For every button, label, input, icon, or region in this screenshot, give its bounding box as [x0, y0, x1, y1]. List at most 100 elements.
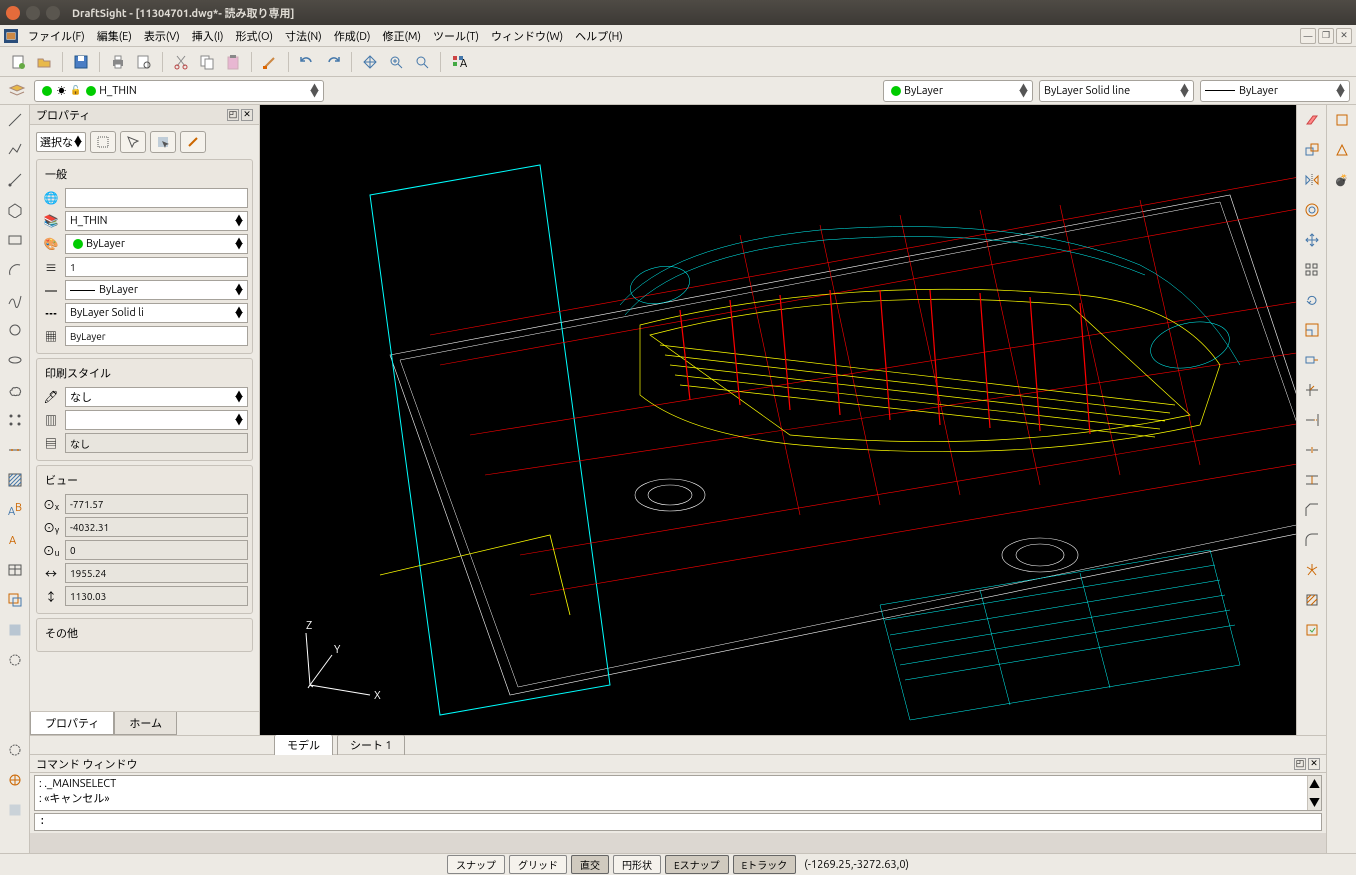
layout-tab-model[interactable]: モデル — [274, 734, 333, 756]
toggle-button[interactable] — [180, 131, 206, 153]
rotate-tool[interactable] — [1301, 289, 1323, 311]
menu-help[interactable]: ヘルプ(H) — [569, 26, 629, 46]
command-input[interactable]: : — [34, 813, 1322, 831]
text-tool[interactable]: AB — [4, 499, 26, 521]
menu-window[interactable]: ウィンドウ(W) — [485, 26, 569, 46]
cmd-undock-button[interactable]: ◰ — [1294, 758, 1306, 770]
menu-format[interactable]: 形式(O) — [230, 26, 279, 46]
layer-selector[interactable]: ☀ 🔓 H_THIN ▲▼ — [34, 80, 324, 102]
open-file-button[interactable] — [32, 50, 56, 74]
window-minimize-button[interactable] — [26, 6, 40, 20]
redo-button[interactable] — [321, 50, 345, 74]
erase-tool[interactable] — [1301, 109, 1323, 131]
trim-tool[interactable] — [1301, 379, 1323, 401]
transparency-field[interactable]: ByLayer — [65, 326, 248, 346]
window-close-button[interactable] — [6, 6, 20, 20]
tool-a[interactable] — [4, 739, 26, 761]
weld-tool[interactable] — [1301, 469, 1323, 491]
print-button[interactable] — [106, 50, 130, 74]
mdi-close[interactable]: ✕ — [1336, 28, 1352, 44]
panel-close-button[interactable]: ✕ — [241, 109, 253, 121]
menu-tools[interactable]: ツール(T) — [427, 26, 485, 46]
hatch-tool[interactable] — [4, 469, 26, 491]
menu-dimension[interactable]: 寸法(N) — [279, 26, 328, 46]
printstyle-field[interactable]: なし▲▼ — [65, 387, 248, 407]
menu-file[interactable]: ファイル(F) — [22, 26, 91, 46]
split-tool[interactable] — [1301, 439, 1323, 461]
menu-edit[interactable]: 編集(E) — [91, 26, 138, 46]
cmd-close-button[interactable]: ✕ — [1308, 758, 1320, 770]
mask-tool[interactable] — [4, 619, 26, 641]
zoom-extents-button[interactable] — [410, 50, 434, 74]
spline-tool[interactable] — [4, 289, 26, 311]
edit-hatch-tool[interactable] — [1301, 589, 1323, 611]
menu-draw[interactable]: 作成(D) — [328, 26, 377, 46]
drawing-canvas[interactable]: X Y Z — [260, 105, 1296, 735]
arc-tool[interactable] — [4, 259, 26, 281]
undo-button[interactable] — [295, 50, 319, 74]
selection-filter[interactable]: 選択な▲▼ — [36, 132, 86, 152]
panel-tab-home[interactable]: ホーム — [114, 712, 177, 735]
quickselect-button[interactable] — [90, 131, 116, 153]
panel-tab-properties[interactable]: プロパティ — [30, 712, 114, 735]
color-selector[interactable]: ByLayer ▲▼ — [883, 80, 1033, 102]
linestyle-selector[interactable]: ByLayer Solid line ▲▼ — [1039, 80, 1194, 102]
copy-button[interactable] — [195, 50, 219, 74]
polyline-tool[interactable] — [4, 139, 26, 161]
layer-manager-button[interactable] — [6, 80, 28, 102]
lineweight-field[interactable]: ByLayer▲▼ — [65, 280, 248, 300]
status-etrack[interactable]: Eトラック — [733, 855, 797, 874]
selectobj-button[interactable] — [150, 131, 176, 153]
hyperlink-field[interactable] — [65, 188, 248, 208]
paste-button[interactable] — [221, 50, 245, 74]
line-tool[interactable] — [4, 109, 26, 131]
move-tool[interactable] — [1301, 229, 1323, 251]
pickadd-button[interactable] — [120, 131, 146, 153]
chamfer-tool[interactable] — [1301, 499, 1323, 521]
pan-button[interactable] — [358, 50, 382, 74]
match-properties-button[interactable] — [258, 50, 282, 74]
scale-tool[interactable] — [1301, 319, 1323, 341]
cmd-scrollbar[interactable]: ▲▼ — [1307, 776, 1321, 810]
panel-undock-button[interactable]: ◰ — [227, 109, 239, 121]
scale-field[interactable]: 1 — [65, 257, 248, 277]
explode-tool[interactable] — [1301, 559, 1323, 581]
mdi-minimize[interactable]: — — [1300, 28, 1316, 44]
command-history[interactable]: : ._MAINSELECT : «キャンセル» ▲▼ — [34, 775, 1322, 811]
new-file-button[interactable] — [6, 50, 30, 74]
status-polar[interactable]: 円形状 — [613, 855, 661, 874]
lineweight-selector[interactable]: ByLayer ▲▼ — [1200, 80, 1350, 102]
zoom-window-button[interactable] — [384, 50, 408, 74]
layout-tab-sheet1[interactable]: シート 1 — [337, 734, 405, 756]
array-tool[interactable] — [1301, 259, 1323, 281]
print-preview-button[interactable] — [132, 50, 156, 74]
save-button[interactable] — [69, 50, 93, 74]
linestyle-field[interactable]: ByLayer Solid li▲▼ — [65, 303, 248, 323]
window-maximize-button[interactable] — [46, 6, 60, 20]
stretch-tool[interactable] — [1301, 349, 1323, 371]
cut-button[interactable] — [169, 50, 193, 74]
status-grid[interactable]: グリッド — [509, 855, 567, 874]
point-tool[interactable] — [4, 409, 26, 431]
printcolor-field[interactable]: ▲▼ — [65, 410, 248, 430]
block-tool[interactable] — [4, 649, 26, 671]
region-tool[interactable] — [4, 589, 26, 611]
copy-entity-tool[interactable] — [1301, 139, 1323, 161]
status-esnap[interactable]: Eスナップ — [665, 855, 729, 874]
note-tool[interactable]: A — [4, 529, 26, 551]
status-snap[interactable]: スナップ — [447, 855, 505, 874]
ray-tool[interactable] — [4, 169, 26, 191]
change-tool[interactable] — [1301, 619, 1323, 641]
esnap-midpoint[interactable] — [1331, 139, 1353, 161]
status-ortho[interactable]: 直交 — [571, 855, 609, 874]
table-tool[interactable] — [4, 559, 26, 581]
menu-insert[interactable]: 挿入(I) — [186, 26, 230, 46]
polygon-tool[interactable] — [4, 199, 26, 221]
circle-tool[interactable] — [4, 319, 26, 341]
menu-view[interactable]: 表示(V) — [138, 26, 186, 46]
color-field[interactable]: ByLayer▲▼ — [65, 234, 248, 254]
menu-modify[interactable]: 修正(M) — [376, 26, 427, 46]
tool-b[interactable] — [4, 769, 26, 791]
mirror-tool[interactable] — [1301, 169, 1323, 191]
mdi-restore[interactable]: ❐ — [1318, 28, 1334, 44]
